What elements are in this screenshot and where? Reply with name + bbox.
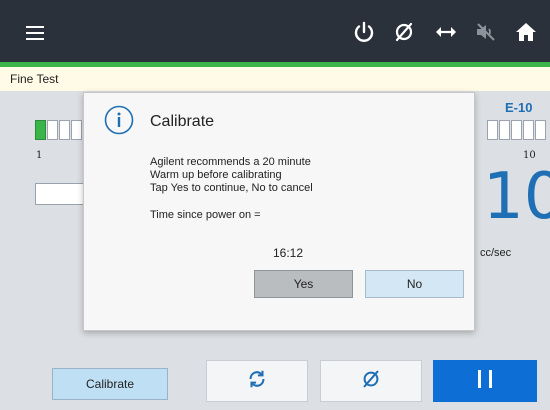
top-bar	[0, 0, 550, 62]
screen-title: Fine Test	[10, 72, 59, 86]
elapsed-time-label: Time since power on =	[150, 209, 261, 221]
no-button-label: No	[406, 277, 423, 291]
dialog-message-line: Warm up before calibrating	[150, 169, 282, 181]
home-icon[interactable]	[514, 20, 538, 44]
reading-value: 10	[483, 160, 550, 234]
dialog-title: Calibrate	[150, 113, 215, 130]
yes-button[interactable]: Yes	[254, 270, 353, 298]
elapsed-time-value: 16:12	[273, 246, 304, 260]
no-button[interactable]: No	[365, 270, 464, 298]
refresh-icon	[246, 368, 268, 395]
bar-graph-right	[487, 120, 547, 140]
power-icon[interactable]	[352, 20, 376, 44]
scale-min-label: 1	[36, 150, 43, 161]
horizontal-arrows-icon[interactable]	[434, 20, 458, 44]
zero-button[interactable]	[320, 360, 422, 402]
calibrate-dialog: Calibrate Agilent recommends a 20 minute…	[83, 92, 475, 331]
mute-icon[interactable]	[474, 20, 498, 44]
refresh-button[interactable]	[206, 360, 308, 402]
pause-icon	[474, 369, 496, 393]
pause-button[interactable]	[433, 360, 537, 402]
menu-icon[interactable]	[26, 26, 44, 40]
dialog-message-line: Tap Yes to continue, No to cancel	[150, 182, 313, 194]
info-icon	[104, 105, 134, 135]
screen-title-strip: Fine Test	[0, 67, 550, 91]
dialog-message: Agilent recommends a 20 minute Warm up b…	[150, 156, 313, 195]
dialog-message-line: Agilent recommends a 20 minute	[150, 156, 311, 168]
zero-icon[interactable]	[392, 20, 416, 44]
calibrate-button[interactable]: Calibrate	[52, 368, 168, 400]
unit-label: cc/sec	[480, 247, 512, 259]
yes-button-label: Yes	[293, 277, 314, 291]
zero-icon	[360, 368, 382, 395]
exponent-label: E-10	[505, 100, 533, 115]
calibrate-button-label: Calibrate	[85, 377, 135, 391]
